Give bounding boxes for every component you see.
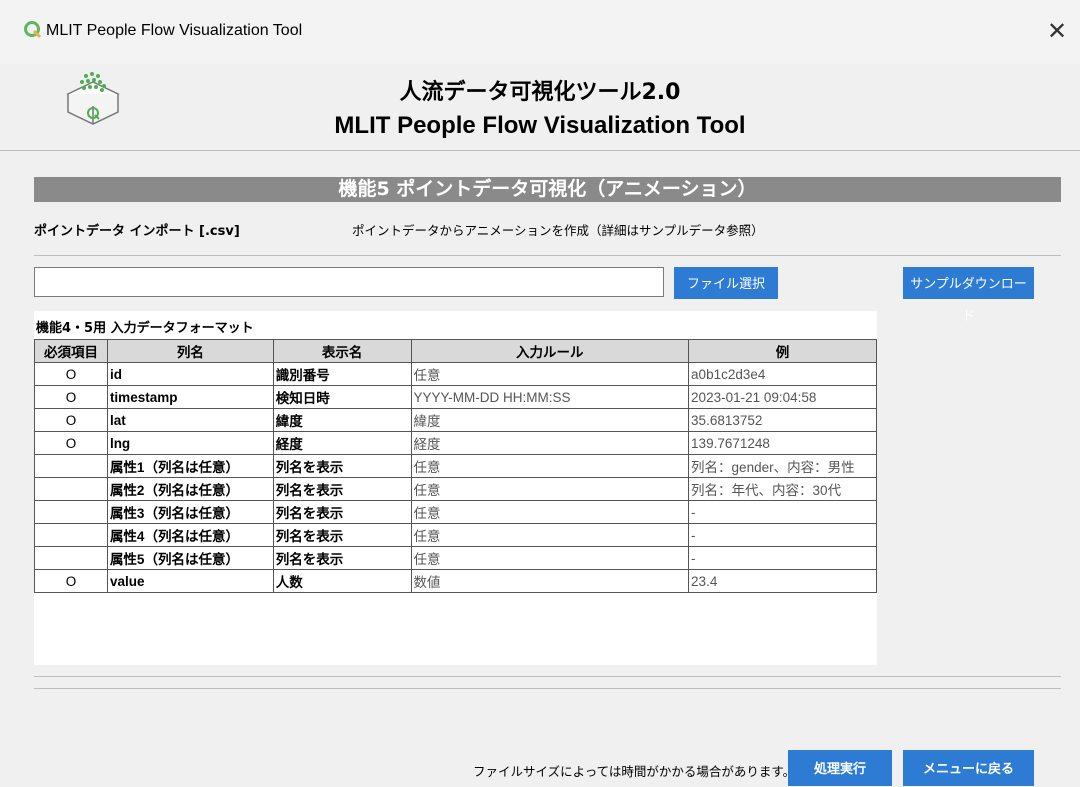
table-header-row: 必須項目 列名 表示名 入力ルール 例	[34, 339, 877, 363]
input-rule-cell: 任意	[410, 523, 690, 547]
import-label: ポイントデータ インポート [.csv]	[34, 224, 240, 239]
footer-divider-top	[34, 676, 1061, 677]
required-cell: O	[34, 569, 108, 593]
column-header: 必須項目	[34, 339, 108, 363]
input-rule-cell: 数値	[410, 569, 690, 593]
import-divider	[34, 255, 1061, 256]
display-name-cell: 列名を表示	[272, 477, 412, 501]
display-name-cell: 人数	[272, 569, 412, 593]
format-table-panel: 機能4・5用 入力データフォーマット 必須項目 列名 表示名 入力ルール 例 O…	[34, 311, 877, 665]
required-cell: O	[34, 385, 108, 409]
example-cell: 139.7671248	[688, 431, 877, 455]
table-row: 属性2（列名は任意） 列名を表示 任意 列名：年代、内容：30代	[34, 477, 877, 501]
column-header: 表示名	[272, 339, 412, 363]
example-cell: 列名：gender、内容：男性	[688, 454, 877, 478]
section-banner: 機能5 ポイントデータ可視化（アニメーション）	[34, 177, 1061, 202]
column-header: 例	[688, 339, 877, 363]
column-name-cell: 属性2（列名は任意）	[106, 477, 274, 501]
column-name-cell: lng	[106, 431, 274, 455]
title-bar: MLIT People Flow Visualization Tool ✕	[0, 0, 1080, 64]
input-rule-cell: 経度	[410, 431, 690, 455]
table-row: 属性1（列名は任意） 列名を表示 任意 列名：gender、内容：男性	[34, 454, 877, 478]
display-name-cell: 識別番号	[272, 362, 412, 386]
required-cell	[34, 523, 108, 547]
column-name-cell: timestamp	[106, 385, 274, 409]
table-row: O lat 緯度 緯度 35.6813752	[34, 408, 877, 432]
footer-divider-bottom	[34, 688, 1061, 689]
required-cell	[34, 500, 108, 524]
file-path-input[interactable]	[34, 267, 664, 297]
example-cell: -	[688, 546, 877, 570]
app-title-en: MLIT People Flow Visualization Tool	[334, 112, 746, 139]
example-cell: 2023-01-21 09:04:58	[688, 385, 877, 409]
column-name-cell: 属性5（列名は任意）	[106, 546, 274, 570]
required-cell	[34, 546, 108, 570]
app-title-jp: 人流データ可視化ツール2.0	[399, 80, 681, 105]
input-rule-cell: 任意	[410, 454, 690, 478]
example-cell: a0b1c2d3e4	[688, 362, 877, 386]
example-cell: 35.6813752	[688, 408, 877, 432]
display-name-cell: 列名を表示	[272, 523, 412, 547]
column-name-cell: 属性3（列名は任意）	[106, 500, 274, 524]
table-row: 属性3（列名は任意） 列名を表示 任意 -	[34, 500, 877, 524]
sample-download-button[interactable]: サンプルダウンロード	[903, 267, 1034, 323]
display-name-cell: 経度	[272, 431, 412, 455]
table-caption: 機能4・5用 入力データフォーマット	[36, 321, 254, 336]
column-name-cell: value	[106, 569, 274, 593]
window-title: MLIT People Flow Visualization Tool	[46, 22, 303, 39]
display-name-cell: 列名を表示	[272, 546, 412, 570]
table-row: O id 識別番号 任意 a0b1c2d3e4	[34, 362, 877, 386]
close-button[interactable]: ✕	[1040, 14, 1074, 48]
display-name-cell: 列名を表示	[272, 454, 412, 478]
format-table: 必須項目 列名 表示名 入力ルール 例 O id 識別番号 任意 a0b1c2d…	[34, 339, 877, 593]
column-name-cell: 属性1（列名は任意）	[106, 454, 274, 478]
column-name-cell: 属性4（列名は任意）	[106, 523, 274, 547]
table-row: 属性5（列名は任意） 列名を表示 任意 -	[34, 546, 877, 570]
table-row: O value 人数 数値 23.4	[34, 569, 877, 593]
input-rule-cell: 任意	[410, 362, 690, 386]
back-to-menu-button[interactable]: メニューに戻る	[903, 750, 1034, 786]
example-cell: 23.4	[688, 569, 877, 593]
required-cell	[34, 477, 108, 501]
required-cell: O	[34, 408, 108, 432]
example-cell: -	[688, 523, 877, 547]
input-rule-cell: 任意	[410, 477, 690, 501]
column-name-cell: lat	[106, 408, 274, 432]
required-cell: O	[34, 431, 108, 455]
execute-button[interactable]: 処理実行	[788, 750, 892, 786]
table-row: O timestamp 検知日時 YYYY-MM-DD HH:MM:SS 202…	[34, 385, 877, 409]
required-cell: O	[34, 362, 108, 386]
input-rule-cell: YYYY-MM-DD HH:MM:SS	[410, 385, 690, 409]
qgis-logo-icon	[24, 21, 42, 39]
processing-time-note: ファイルサイズによっては時間がかかる場合があります。	[473, 764, 796, 779]
column-header: 入力ルール	[410, 339, 690, 363]
column-name-cell: id	[106, 362, 274, 386]
column-header: 列名	[106, 339, 274, 363]
table-row: O lng 経度 経度 139.7671248	[34, 431, 877, 455]
example-cell: -	[688, 500, 877, 524]
display-name-cell: 列名を表示	[272, 500, 412, 524]
close-icon: ✕	[1046, 17, 1068, 45]
import-description: ポイントデータからアニメーションを作成（詳細はサンプルデータ参照）	[352, 223, 764, 238]
table-row: 属性4（列名は任意） 列名を表示 任意 -	[34, 523, 877, 547]
display-name-cell: 緯度	[272, 408, 412, 432]
header-divider	[0, 150, 1080, 151]
input-rule-cell: 緯度	[410, 408, 690, 432]
file-select-button[interactable]: ファイル選択	[674, 267, 778, 299]
input-rule-cell: 任意	[410, 546, 690, 570]
display-name-cell: 検知日時	[272, 385, 412, 409]
input-rule-cell: 任意	[410, 500, 690, 524]
required-cell	[34, 454, 108, 478]
example-cell: 列名：年代、内容：30代	[688, 477, 877, 501]
